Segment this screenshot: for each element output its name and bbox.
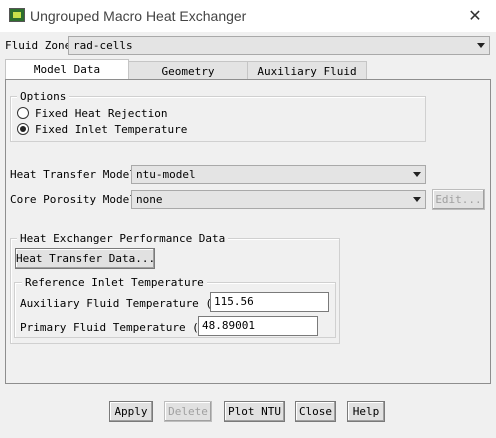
help-button[interactable]: Help <box>347 401 385 422</box>
heat-transfer-model-value: ntu-model <box>136 168 196 181</box>
plot-ntu-button[interactable]: Plot NTU <box>224 401 285 422</box>
chevron-down-icon <box>413 197 421 202</box>
window-title: Ungrouped Macro Heat Exchanger <box>30 8 247 24</box>
performance-title: Heat Exchanger Performance Data <box>17 232 229 245</box>
heat-transfer-data-button[interactable]: Heat Transfer Data... <box>15 248 155 269</box>
close-icon[interactable]: ✕ <box>463 4 487 28</box>
core-porosity-model-value: none <box>136 193 163 206</box>
edit-button[interactable]: Edit... <box>432 189 485 210</box>
primary-fluid-temperature-input[interactable]: 48.89001 <box>198 316 318 336</box>
chevron-down-icon <box>413 172 421 177</box>
auxiliary-fluid-temperature-input[interactable]: 115.56 <box>210 292 329 312</box>
primary-fluid-temperature-label: Primary Fluid Temperature (c) <box>20 321 213 334</box>
core-porosity-model-dropdown[interactable]: none <box>131 190 426 209</box>
apply-button[interactable]: Apply <box>109 401 153 422</box>
heat-transfer-model-label: Heat Transfer Model <box>10 168 136 181</box>
tab-geometry[interactable]: Geometry <box>128 61 248 80</box>
core-porosity-model-label: Core Porosity Model <box>10 193 136 206</box>
delete-button[interactable]: Delete <box>164 401 212 422</box>
radio-fixed-heat-rejection[interactable] <box>17 107 29 119</box>
fixed-inlet-temperature-label: Fixed Inlet Temperature <box>35 123 188 136</box>
fluid-zone-label: Fluid Zone <box>5 39 72 52</box>
app-icon <box>9 8 25 22</box>
fixed-heat-rejection-label: Fixed Heat Rejection <box>35 107 168 120</box>
tab-auxiliary-fluid[interactable]: Auxiliary Fluid <box>247 61 367 80</box>
close-button[interactable]: Close <box>295 401 336 422</box>
tab-model-data[interactable]: Model Data <box>5 59 129 80</box>
chevron-down-icon <box>477 43 485 48</box>
reference-inlet-temperature-title: Reference Inlet Temperature <box>22 276 207 289</box>
heat-transfer-model-dropdown[interactable]: ntu-model <box>131 165 426 184</box>
fluid-zone-value: rad-cells <box>73 39 133 52</box>
fluid-zone-dropdown[interactable]: rad-cells <box>68 36 490 55</box>
radio-fixed-inlet-temperature[interactable] <box>17 123 29 135</box>
auxiliary-fluid-temperature-label: Auxiliary Fluid Temperature (c) <box>20 297 226 310</box>
options-title: Options <box>17 90 70 103</box>
